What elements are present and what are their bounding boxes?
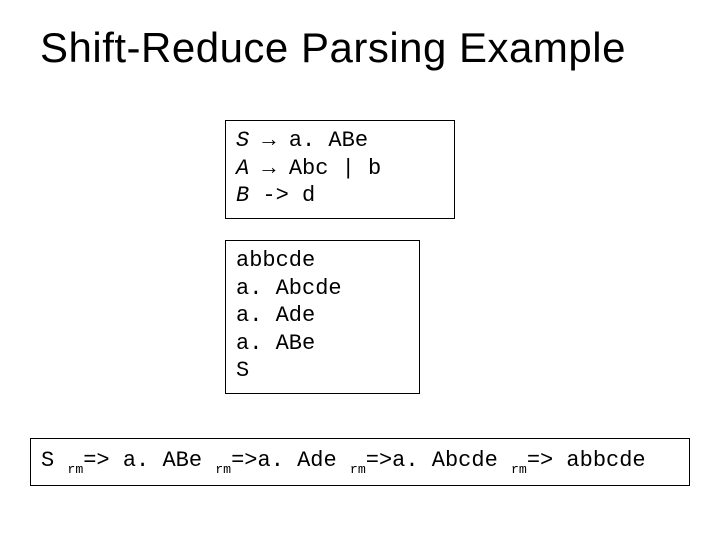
deriv-step-1: => a. ABe	[83, 448, 202, 473]
rm-subscript-2: rm	[215, 462, 231, 477]
rm-subscript-4: rm	[511, 462, 527, 477]
reduction-step-2: a. Abcde	[236, 275, 409, 303]
rm-subscript-1: rm	[67, 462, 83, 477]
grammar-rule-3: B -> d	[236, 182, 444, 210]
grammar-rule-2: A → Abc | b	[236, 155, 444, 183]
rm-subscript-3: rm	[350, 462, 366, 477]
rule3-rhs: d	[302, 183, 315, 208]
rule1-rhs: a. ABe	[289, 128, 368, 153]
reduction-step-1: abbcde	[236, 247, 409, 275]
slide: Shift-Reduce Parsing Example S → a. ABe …	[0, 0, 720, 540]
deriv-step-4: => abbcde	[527, 448, 646, 473]
rule1-arrow: →	[262, 128, 275, 153]
rule2-lhs: A	[236, 156, 249, 181]
deriv-start: S	[41, 448, 54, 473]
rule3-arrow: ->	[262, 183, 288, 208]
rightmost-derivation-box: S rm=> a. ABe rm=>a. Ade rm=>a. Abcde rm…	[30, 438, 690, 486]
reduction-box: abbcde a. Abcde a. Ade a. ABe S	[225, 240, 420, 394]
deriv-step-2: =>a. Ade	[231, 448, 337, 473]
grammar-box: S → a. ABe A → Abc | b B -> d	[225, 120, 455, 219]
rule3-lhs: B	[236, 183, 249, 208]
rule1-lhs: S	[236, 128, 249, 153]
reduction-step-3: a. Ade	[236, 302, 409, 330]
rule2-rhs: Abc | b	[289, 156, 381, 181]
grammar-rule-1: S → a. ABe	[236, 127, 444, 155]
reduction-step-5: S	[236, 357, 409, 385]
reduction-step-4: a. ABe	[236, 330, 409, 358]
deriv-step-3: =>a. Abcde	[366, 448, 498, 473]
rule2-arrow: →	[262, 156, 275, 181]
page-title: Shift-Reduce Parsing Example	[40, 24, 700, 72]
